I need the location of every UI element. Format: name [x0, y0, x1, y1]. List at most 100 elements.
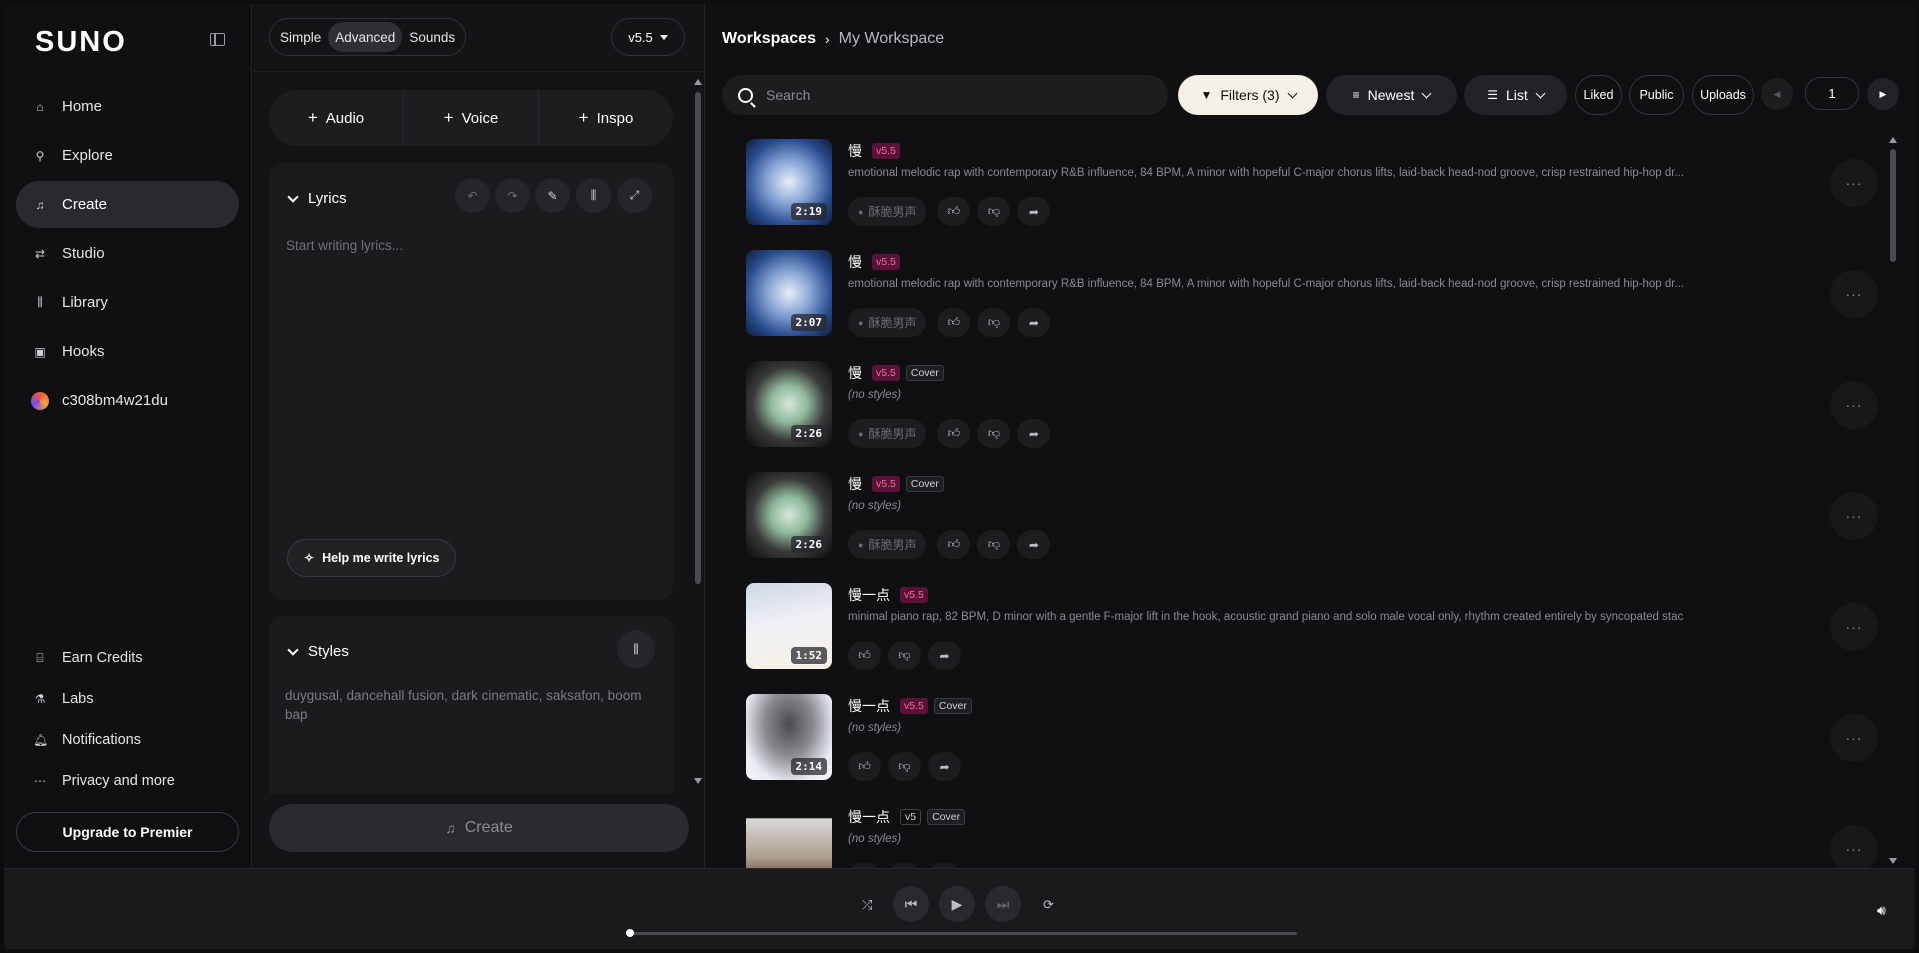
expand-icon[interactable]: ⤢: [617, 178, 652, 213]
song-artwork[interactable]: 2:26: [746, 361, 832, 447]
upgrade-button[interactable]: Upgrade to Premier: [16, 812, 239, 852]
share-icon[interactable]: ➦: [928, 752, 961, 781]
lyrics-toggle[interactable]: Lyrics: [287, 190, 347, 207]
lyrics-input[interactable]: Start writing lyrics...: [286, 238, 403, 253]
more-options-icon[interactable]: ···: [1830, 714, 1878, 762]
voice-chip[interactable]: ● 酥脆男声: [848, 419, 927, 448]
sidebar-item-hooks[interactable]: ▣ Hooks: [16, 328, 239, 375]
library-icon[interactable]: ⫼: [576, 178, 611, 213]
sidebar-item-library[interactable]: ⫼ Library: [16, 279, 239, 326]
public-filter[interactable]: Public: [1629, 75, 1684, 115]
library-icon[interactable]: ⫼: [617, 630, 655, 668]
search-box[interactable]: [722, 75, 1168, 115]
styles-toggle[interactable]: Styles: [287, 643, 349, 660]
shuffle-icon[interactable]: ⤮: [862, 897, 872, 913]
create-button[interactable]: ♫ Create: [269, 804, 689, 852]
list-item[interactable]: 2:26 慢 v5.5 Cover (no styles) ● 酥脆男声 👍︎ 👎︎ ➦ ···: [746, 361, 1886, 472]
thumbs-up-icon[interactable]: 👍︎: [848, 641, 881, 670]
song-artwork[interactable]: 2:14: [746, 694, 832, 780]
progress-handle[interactable]: [626, 929, 634, 937]
song-title[interactable]: 慢: [848, 252, 862, 272]
breadcrumb-workspaces[interactable]: Workspaces: [722, 30, 816, 48]
sidebar-item-earn-credits[interactable]: ⌸ Earn Credits: [16, 640, 239, 676]
sidebar-item-privacy[interactable]: ⋯ Privacy and more: [16, 763, 239, 799]
prev-page-icon[interactable]: ◀: [1761, 78, 1793, 110]
share-icon[interactable]: ➦: [1017, 308, 1051, 337]
list-item[interactable]: 2:19 慢 v5.5 emotional melodic rap with cont…: [746, 139, 1886, 250]
share-icon[interactable]: ➦: [1017, 197, 1051, 226]
scroll-up-icon[interactable]: [694, 79, 702, 85]
song-title[interactable]: 慢: [848, 141, 862, 161]
thumbs-up-icon[interactable]: 👍︎: [848, 752, 881, 781]
list-item[interactable]: 2:07 慢 v5.5 emotional melodic rap with cont…: [746, 250, 1886, 361]
thumbs-up-icon[interactable]: 👍︎: [937, 530, 971, 559]
tab-advanced[interactable]: Advanced: [328, 22, 403, 52]
sidebar-item-studio[interactable]: ⇄ Studio: [16, 230, 239, 277]
voice-chip[interactable]: ● 酥脆男声: [848, 308, 927, 337]
sidebar-item-explore[interactable]: ⚲ Explore: [16, 132, 239, 179]
help-write-lyrics-button[interactable]: ✧ Help me write lyrics: [287, 539, 457, 577]
thumbs-down-icon[interactable]: 👎︎: [888, 752, 921, 781]
more-options-icon[interactable]: ···: [1830, 603, 1878, 651]
voice-chip[interactable]: ● 酥脆男声: [848, 197, 927, 226]
sidebar-item-labs[interactable]: ⚗ Labs: [16, 681, 239, 717]
song-title[interactable]: 慢一点: [848, 807, 890, 827]
progress-bar[interactable]: [628, 932, 1297, 935]
sidebar-item-notifications[interactable]: 🔔︎ Notifications: [16, 722, 239, 758]
song-title[interactable]: 慢: [848, 363, 862, 383]
song-artwork[interactable]: 2:07: [746, 250, 832, 336]
uploads-filter[interactable]: Uploads: [1692, 75, 1754, 115]
thumbs-down-icon[interactable]: 👎︎: [977, 197, 1011, 226]
share-icon[interactable]: ➦: [928, 641, 961, 670]
song-title[interactable]: 慢: [848, 474, 862, 494]
tab-sounds[interactable]: Sounds: [402, 22, 462, 52]
list-item[interactable]: 慢一点v5Cover(no styles)👍︎👎︎➦···: [746, 805, 1886, 873]
sidebar-item-home[interactable]: ⌂ Home: [16, 83, 239, 130]
thumbs-up-icon[interactable]: 👍︎: [937, 419, 971, 448]
more-options-icon[interactable]: ···: [1830, 270, 1878, 318]
add-voice-button[interactable]: + Voice: [404, 90, 539, 146]
next-icon[interactable]: ⏭︎: [985, 886, 1021, 922]
song-artwork[interactable]: [746, 805, 832, 873]
share-icon[interactable]: ➦: [1017, 419, 1051, 448]
scroll-down-icon[interactable]: [694, 778, 702, 784]
thumbs-down-icon[interactable]: 👎︎: [977, 308, 1011, 337]
thumbs-up-icon[interactable]: 👍︎: [937, 308, 971, 337]
page-input[interactable]: 1: [1805, 77, 1859, 110]
view-dropdown[interactable]: ☰ List: [1464, 75, 1567, 115]
more-options-icon[interactable]: ···: [1830, 381, 1878, 429]
list-item[interactable]: 2:26 慢 v5.5 Cover (no styles) ● 酥脆男声 👍︎ 👎︎ ➦ ···: [746, 472, 1886, 583]
filters-button[interactable]: ▼ Filters (3): [1178, 75, 1318, 115]
volume-icon[interactable]: 🔊︎: [1877, 902, 1886, 919]
song-artwork[interactable]: 2:26: [746, 472, 832, 558]
add-audio-button[interactable]: + Audio: [269, 90, 404, 146]
more-options-icon[interactable]: ···: [1830, 492, 1878, 540]
sidebar-item-profile[interactable]: c308bm4w21du: [16, 377, 239, 424]
sidebar-collapse-icon[interactable]: [210, 33, 225, 46]
undo-icon[interactable]: ↶: [455, 178, 490, 213]
suno-logo[interactable]: SUNO: [35, 26, 127, 59]
previous-icon[interactable]: ⏮︎: [893, 886, 929, 922]
sidebar-item-create[interactable]: ♫ Create: [16, 181, 239, 228]
redo-icon[interactable]: ↷: [495, 178, 530, 213]
repeat-icon[interactable]: ⟳: [1043, 897, 1054, 913]
thumbs-down-icon[interactable]: 👎︎: [888, 641, 921, 670]
song-artwork[interactable]: 2:19: [746, 139, 832, 225]
song-title[interactable]: 慢一点: [848, 696, 890, 716]
tab-simple[interactable]: Simple: [273, 22, 328, 52]
song-artwork[interactable]: 1:52: [746, 583, 832, 669]
add-inspo-button[interactable]: + Inspo: [539, 90, 673, 146]
search-input[interactable]: [766, 87, 1146, 103]
sort-dropdown[interactable]: ≡ Newest: [1326, 75, 1457, 115]
voice-chip[interactable]: ● 酥脆男声: [848, 530, 927, 559]
styles-input[interactable]: duygusal, dancehall fusion, dark cinemat…: [285, 686, 655, 724]
song-title[interactable]: 慢一点: [848, 585, 890, 605]
next-page-icon[interactable]: ▶: [1867, 78, 1899, 110]
play-icon[interactable]: ▶: [939, 886, 975, 922]
list-item[interactable]: 1:52 慢一点 v5.5 minimal piano rap, 82 BPM, D …: [746, 583, 1886, 694]
thumbs-up-icon[interactable]: 👍︎: [937, 197, 971, 226]
liked-filter[interactable]: Liked: [1575, 75, 1622, 115]
share-icon[interactable]: ➦: [1017, 530, 1051, 559]
more-options-icon[interactable]: ···: [1830, 159, 1878, 207]
list-item[interactable]: 2:14 慢一点 v5.5 Cover (no styles) 👍︎ 👎︎ ➦ ···: [746, 694, 1886, 805]
